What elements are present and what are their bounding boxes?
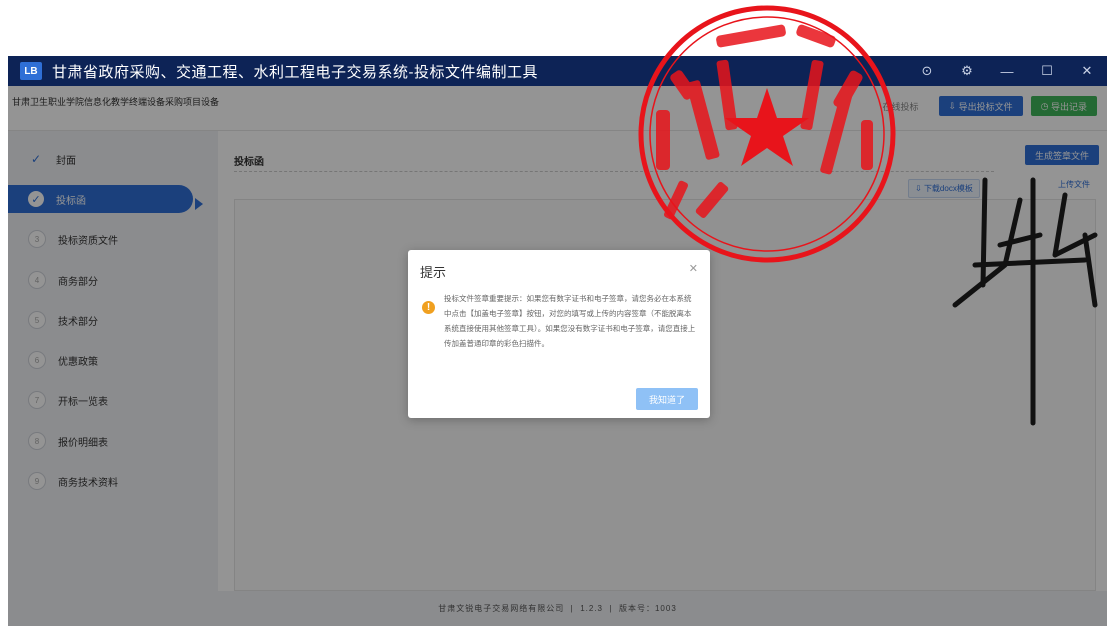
- window-title: 甘肃省政府采购、交通工程、水利工程电子交易系统-投标文件编制工具: [52, 63, 538, 81]
- minimize-icon[interactable]: —: [987, 56, 1027, 86]
- handwritten-signature: [952, 177, 1098, 426]
- confirm-button[interactable]: 我知道了: [636, 388, 698, 410]
- official-seal-stamp: [638, 5, 896, 263]
- dialog-message: 投标文件签章重要提示：如果您有数字证书和电子签章，请您务必在本系统中点击【加盖电…: [444, 294, 696, 348]
- notice-dialog: 提示 ✕ ! 投标文件签章重要提示：如果您有数字证书和电子签章，请您务必在本系统…: [408, 250, 710, 418]
- app-logo: LB: [20, 62, 42, 80]
- window-controls: ⊙ ⚙ — ☐ ✕: [907, 56, 1107, 86]
- warning-icon: !: [422, 301, 435, 314]
- title-bar: LB 甘肃省政府采购、交通工程、水利工程电子交易系统-投标文件编制工具 ⊙ ⚙ …: [8, 56, 1107, 86]
- close-icon[interactable]: ✕: [1067, 56, 1107, 86]
- dialog-title: 提示: [420, 265, 447, 280]
- maximize-icon[interactable]: ☐: [1027, 56, 1067, 86]
- pin-icon[interactable]: ⊙: [907, 56, 947, 86]
- settings-icon[interactable]: ⚙: [947, 56, 987, 86]
